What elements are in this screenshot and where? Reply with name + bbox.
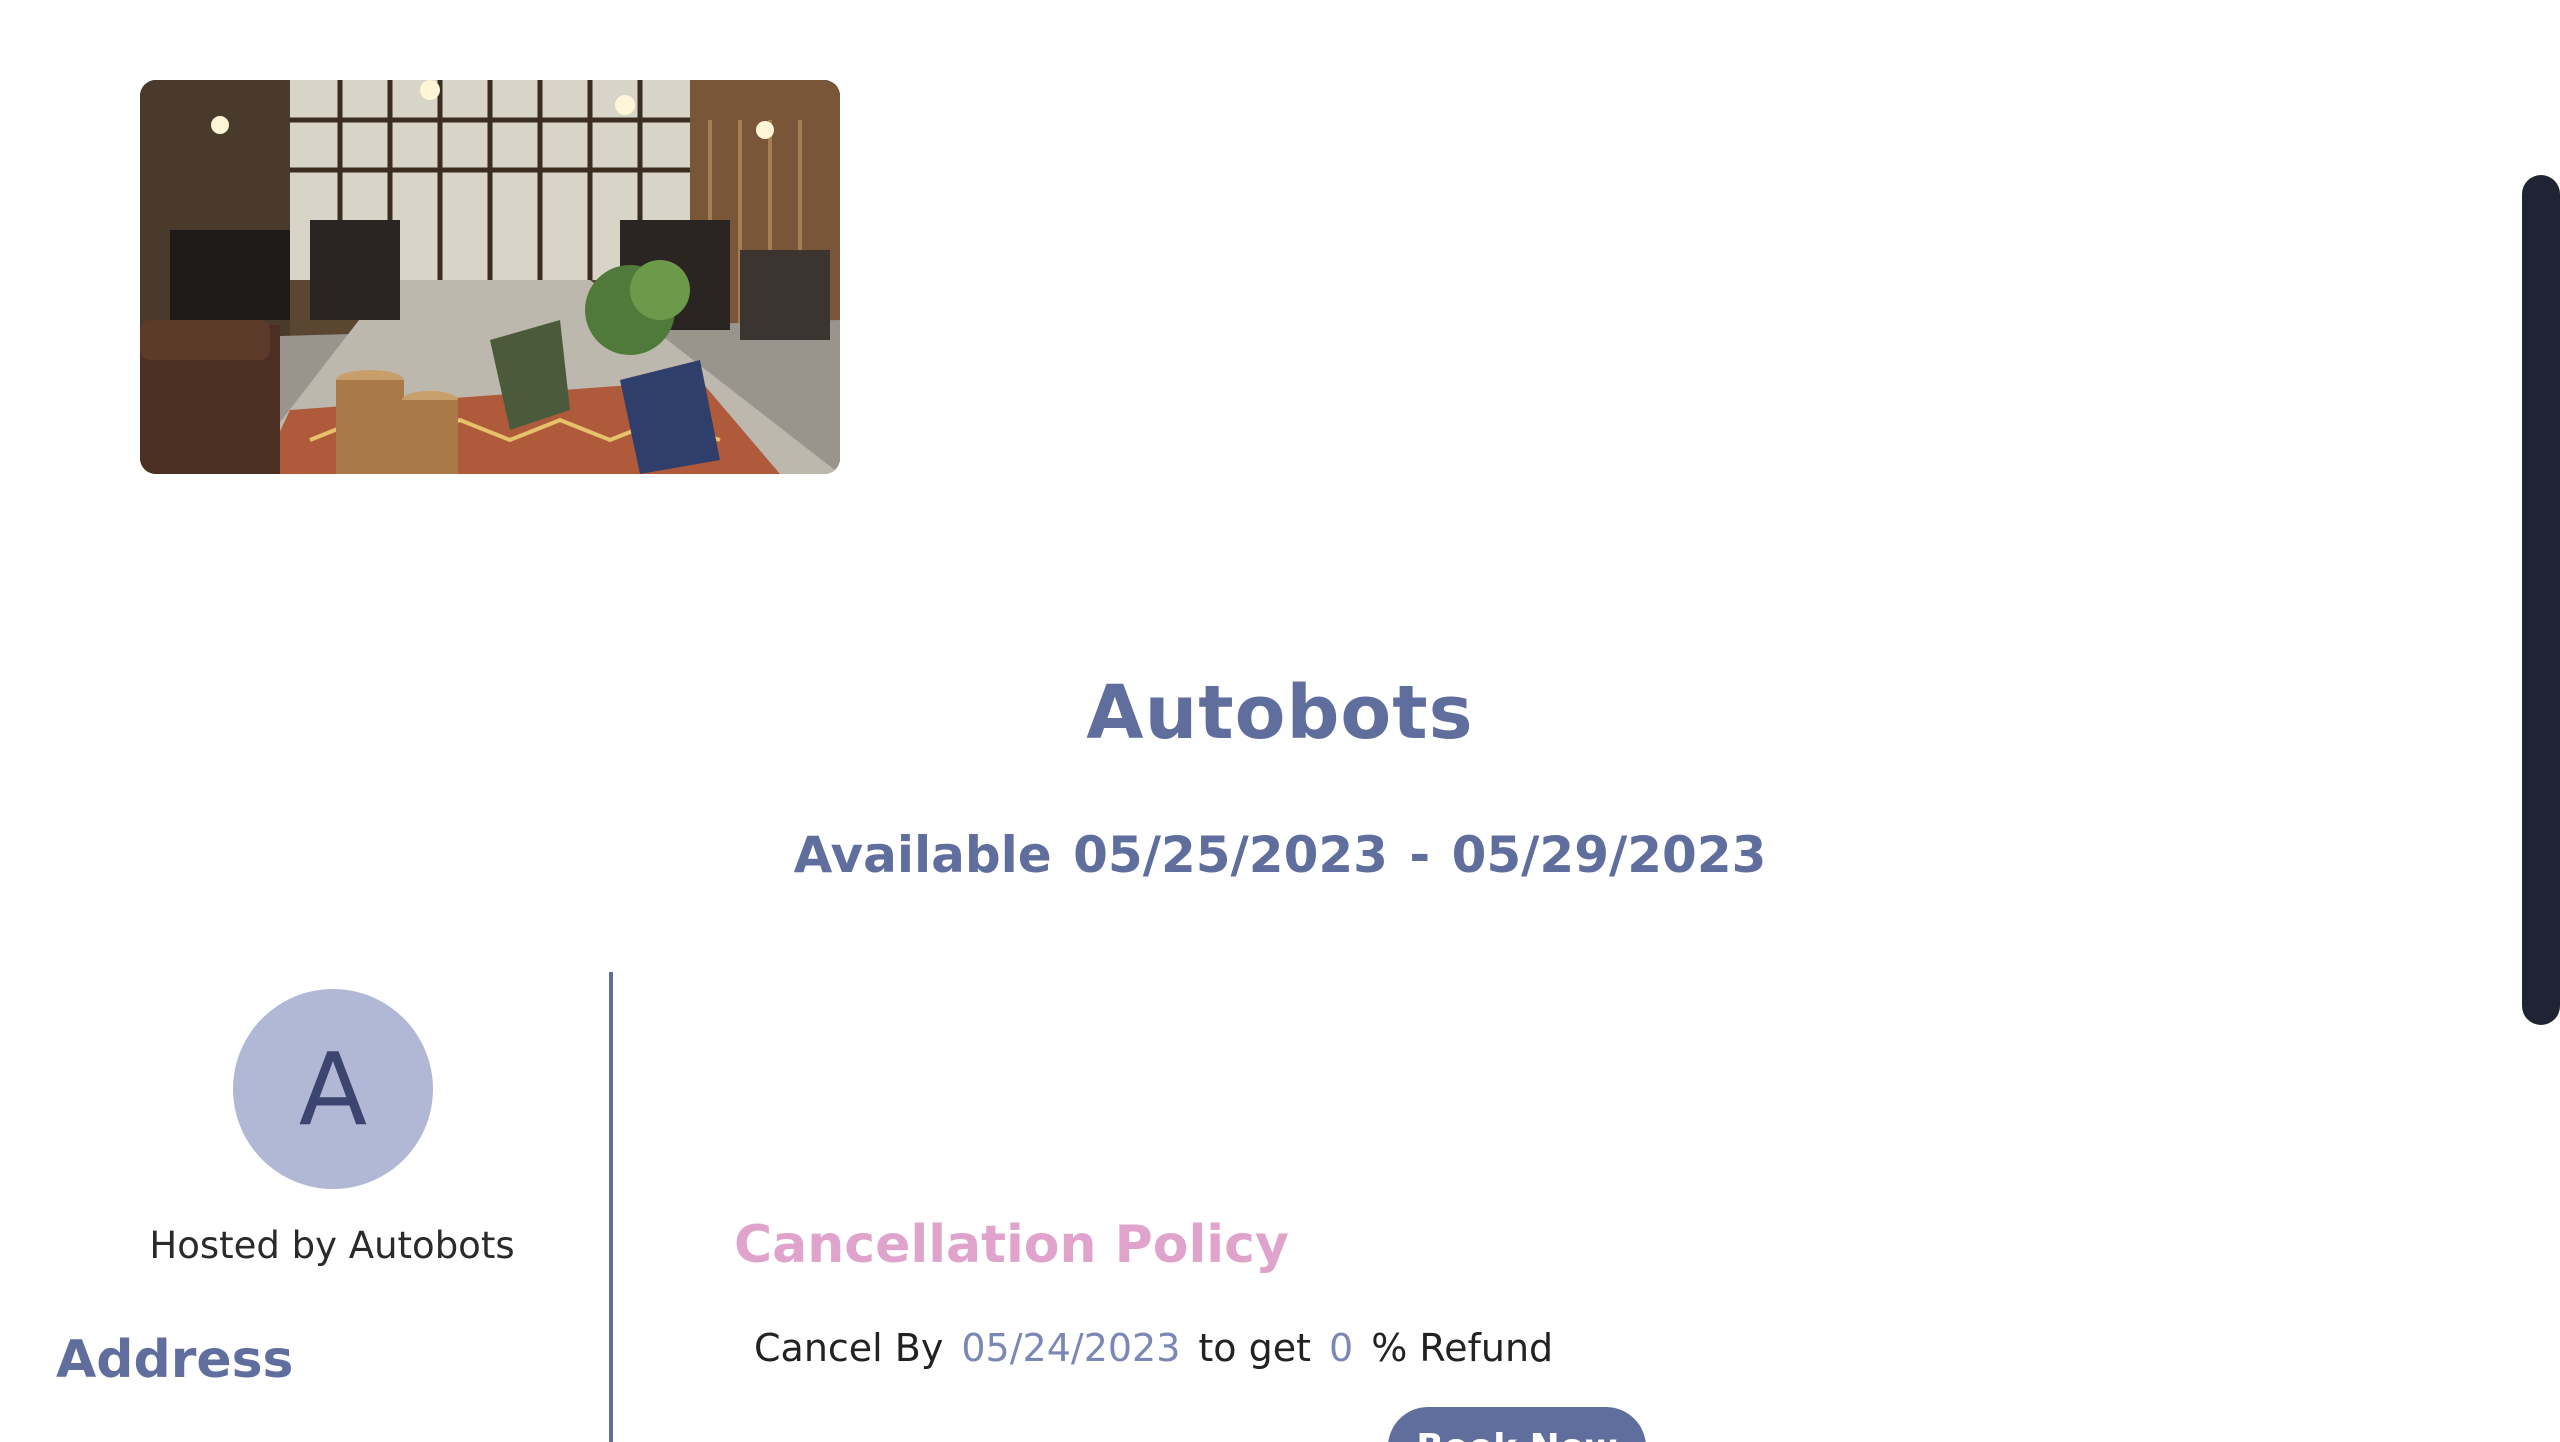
store-interior-image bbox=[140, 80, 840, 474]
host-avatar[interactable]: A bbox=[233, 989, 433, 1189]
scrollbar-thumb[interactable] bbox=[2522, 175, 2560, 1025]
listing-photo bbox=[140, 80, 840, 474]
book-now-button[interactable]: Book Now bbox=[1388, 1407, 1646, 1442]
refund-percent-value: 0 bbox=[1329, 1326, 1354, 1370]
cancellation-policy-line: Cancel By 05/24/2023 to get 0 % Refund bbox=[754, 1326, 1571, 1370]
availability-separator: - bbox=[1409, 826, 1431, 884]
availability-dates: Available 05/25/2023 - 05/29/2023 bbox=[0, 826, 2560, 884]
to-get-label: to get bbox=[1198, 1326, 1312, 1370]
refund-suffix: % Refund bbox=[1371, 1326, 1554, 1370]
cancel-by-date: 05/24/2023 bbox=[961, 1326, 1181, 1370]
availability-end-date: 05/29/2023 bbox=[1451, 826, 1767, 884]
availability-prefix: Available bbox=[793, 826, 1052, 884]
listing-title: Autobots bbox=[1086, 670, 1474, 756]
address-heading: Address bbox=[56, 1330, 294, 1390]
host-label: Hosted by Autobots bbox=[149, 1224, 515, 1267]
cancellation-policy-heading: Cancellation Policy bbox=[734, 1215, 1289, 1275]
availability-start-date: 05/25/2023 bbox=[1073, 826, 1388, 884]
listing-page: Autobots Available 05/25/2023 - 05/29/20… bbox=[0, 0, 2560, 1442]
cancel-by-label: Cancel By bbox=[754, 1326, 944, 1370]
vertical-divider bbox=[609, 972, 613, 1442]
